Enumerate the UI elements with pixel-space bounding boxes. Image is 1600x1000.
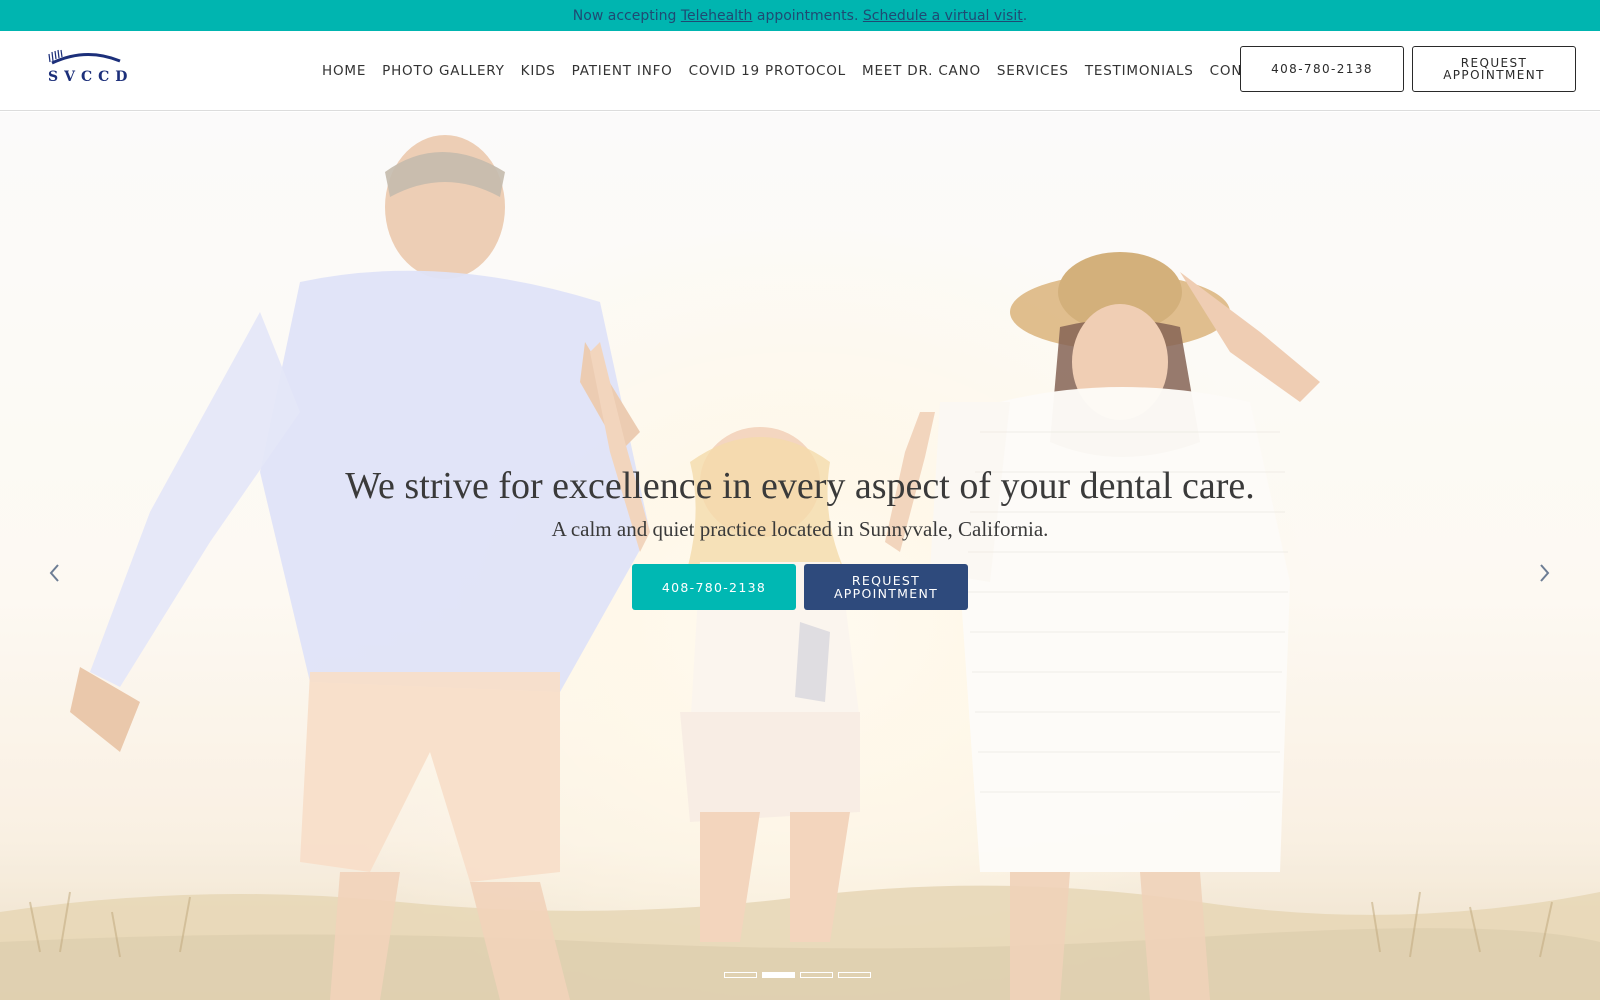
- nav-item-meet-dr-cano[interactable]: MEET DR. CANO: [862, 63, 981, 79]
- hero-phone-button[interactable]: 408-780-2138: [632, 564, 796, 610]
- site-header: SVCCD HOME PHOTO GALLERY KIDS PATIENT IN…: [0, 31, 1600, 111]
- nav-item-photo-gallery[interactable]: PHOTO GALLERY: [382, 63, 505, 79]
- telehealth-link[interactable]: Telehealth: [681, 8, 753, 24]
- header-request-label-line2: APPOINTMENT: [1443, 68, 1545, 82]
- schedule-virtual-visit-link[interactable]: Schedule a virtual visit: [863, 8, 1023, 24]
- slider-dot-4[interactable]: [838, 972, 871, 978]
- nav-item-patient-info[interactable]: PATIENT INFO: [572, 63, 673, 79]
- slider-dot-3[interactable]: [800, 972, 833, 978]
- slider-pagination: [724, 972, 876, 978]
- nav-item-kids[interactable]: KIDS: [521, 63, 556, 79]
- slider-dot-1[interactable]: [724, 972, 757, 978]
- hero-request-appointment-button[interactable]: REQUEST APPOINTMENT: [804, 564, 968, 610]
- logo-text: SVCCD: [48, 69, 134, 85]
- hero-family-photo: [0, 112, 1600, 1000]
- nav-item-covid-protocol[interactable]: COVID 19 PROTOCOL: [689, 63, 846, 79]
- hero-subline: A calm and quiet practice located in Sun…: [551, 517, 1049, 541]
- nav-item-home[interactable]: HOME: [322, 63, 366, 79]
- header-phone-button[interactable]: 408-780-2138: [1240, 46, 1404, 92]
- slider-dot-2[interactable]: [762, 972, 795, 978]
- announcement-suffix: .: [1022, 7, 1028, 24]
- chevron-left-icon: [49, 564, 59, 582]
- logo[interactable]: SVCCD: [46, 49, 127, 89]
- announcement-bar: Now accepting Telehealth appointments. S…: [0, 0, 1600, 31]
- nav-item-services[interactable]: SERVICES: [997, 63, 1069, 79]
- hero-headline: We strive for excellence in every aspect…: [345, 465, 1255, 507]
- hero-slider: We strive for excellence in every aspect…: [0, 112, 1600, 1000]
- hero-request-label-line2: APPOINTMENT: [833, 586, 939, 601]
- slider-next-button[interactable]: [1529, 558, 1559, 588]
- chevron-right-icon: [1540, 564, 1550, 582]
- announcement-middle: appointments.: [752, 7, 863, 24]
- slider-prev-button[interactable]: [40, 558, 70, 588]
- nav-item-testimonials[interactable]: TESTIMONIALS: [1085, 63, 1194, 79]
- header-request-appointment-button[interactable]: REQUEST APPOINTMENT: [1412, 46, 1576, 92]
- announcement-prefix: Now accepting: [572, 7, 681, 24]
- main-nav: HOME PHOTO GALLERY KIDS PATIENT INFO COV…: [322, 31, 1295, 111]
